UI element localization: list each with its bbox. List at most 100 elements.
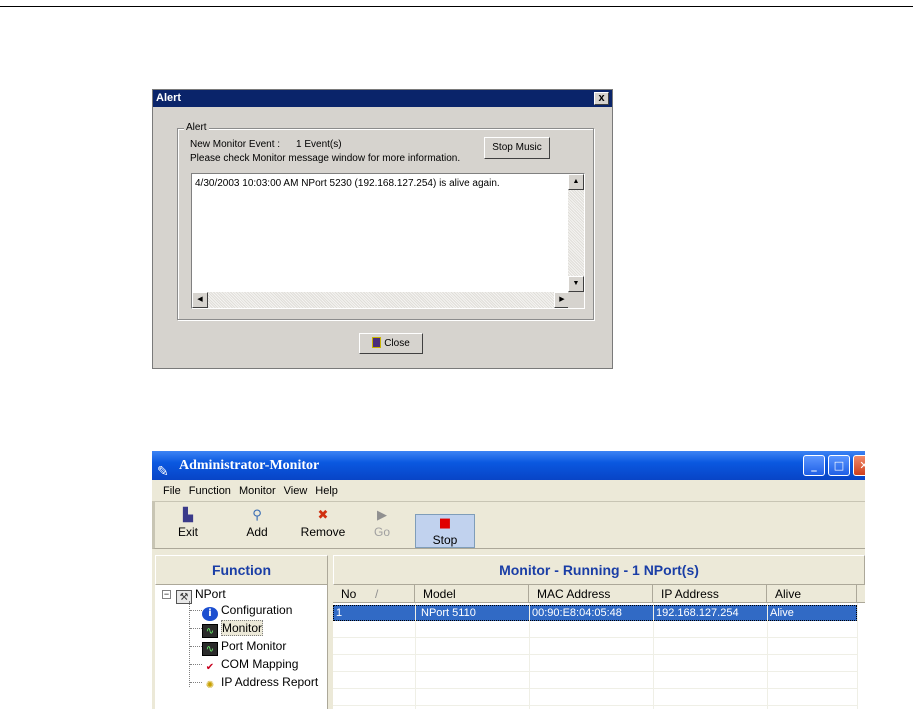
column-header-mac-address[interactable]: MAC Address (529, 585, 653, 603)
exit-door-icon: ▙ (183, 508, 193, 523)
tree-connector (190, 682, 202, 683)
tree-item-label: Configuration (221, 603, 293, 617)
alert-title: Alert (156, 92, 182, 104)
minimize-icon: _ (811, 459, 817, 472)
cell-mac-address: 00:90:E8:04:05:48 (532, 607, 622, 619)
tree-item-label: IP Address Report (221, 675, 319, 689)
monitor-table: No / Model MAC Address IP Address Alive … (333, 585, 865, 709)
horizontal-scrollbar[interactable]: ◀ ▶ (192, 292, 570, 308)
grid-line (333, 654, 857, 655)
grid-line (333, 671, 857, 672)
tree-connector (189, 601, 190, 687)
com-mapping-icon: ✔ (205, 662, 215, 673)
minus-icon: − (163, 589, 170, 599)
alert-message-box[interactable]: 4/30/2003 10:03:00 AM NPort 5230 (192.16… (191, 173, 585, 309)
menu-function[interactable]: Function (189, 480, 231, 501)
exit-label: Exit (177, 525, 198, 539)
maximize-icon: □ (833, 459, 845, 472)
lightbulb-icon: ✺ (205, 680, 215, 691)
cell-model: NPort 5110 (421, 607, 476, 619)
event-count: 1 Event(s) (296, 139, 342, 150)
stop-music-button[interactable]: Stop Music (484, 137, 550, 159)
tree-item-label: COM Mapping (221, 657, 299, 671)
grid-column-line (653, 603, 654, 709)
remove-label: Remove (300, 525, 346, 539)
menu-monitor[interactable]: Monitor (239, 480, 276, 501)
close-button-label: Close (384, 338, 410, 349)
alert-message-text: 4/30/2003 10:03:00 AM NPort 5230 (192.16… (195, 178, 500, 189)
tree-connector (190, 646, 202, 647)
column-header-label: IP Address (661, 587, 719, 601)
tree-connector (190, 664, 202, 665)
alert-groupbox: Alert New Monitor Event : 1 Event(s) Ple… (177, 122, 594, 320)
grid-column-line (415, 603, 416, 709)
column-header-filler (857, 585, 865, 603)
close-button[interactable]: Close (359, 333, 423, 354)
remove-button[interactable]: ✖ Remove (293, 507, 353, 543)
tree-item-label: NPort (195, 587, 226, 601)
admin-titlebar: ✎ Administrator-Monitor _ □ ✕ (152, 451, 865, 480)
tree-connector (190, 610, 202, 611)
column-header-no[interactable]: No / (333, 585, 415, 603)
cell-no: 1 (336, 607, 343, 619)
remove-device-icon: ✖ (317, 508, 329, 523)
table-row[interactable]: 1 NPort 5110 00:90:E8:04:05:48 192.168.1… (333, 605, 857, 621)
alert-titlebar: Alert x (153, 90, 612, 107)
grid-line (333, 705, 857, 706)
tree-item-com-mapping[interactable]: ✔ COM Mapping (202, 656, 299, 675)
play-icon: ▶ (377, 508, 387, 523)
grid-line (333, 688, 857, 689)
window-close-button[interactable]: ✕ (853, 455, 865, 476)
stop-label: Stop (432, 533, 458, 547)
function-tree: − ⚒ NPort i Configuration ∿ Monitor ∿ Port M… (155, 585, 328, 709)
go-button[interactable]: ▶ Go (367, 507, 397, 543)
column-header-model[interactable]: Model (415, 585, 529, 603)
page-top-rule (0, 6, 913, 7)
scroll-up-button[interactable]: ▲ (568, 174, 584, 190)
arrow-down-icon: ▼ (572, 280, 580, 287)
scrollbar-corner (568, 292, 584, 308)
monitor-panel-header: Monitor - Running - 1 NPort(s) (333, 555, 865, 585)
menu-view[interactable]: View (284, 480, 308, 501)
menu-bar: File Function Monitor View Help (152, 480, 865, 502)
minimize-button[interactable]: _ (803, 455, 825, 476)
scroll-left-button[interactable]: ◀ (192, 292, 208, 308)
main-content: Function − ⚒ NPort i Configuration ∿ Monito… (152, 554, 865, 709)
alert-dialog: Alert x Alert New Monitor Event : 1 Even… (152, 89, 613, 369)
column-header-alive[interactable]: Alive (767, 585, 857, 603)
exit-button[interactable]: ▙ Exit (173, 507, 203, 543)
column-header-label: MAC Address (537, 587, 611, 601)
administrator-window: ✎ Administrator-Monitor _ □ ✕ File Funct… (152, 451, 865, 709)
maximize-button[interactable]: □ (828, 455, 850, 476)
scroll-down-button[interactable]: ▼ (568, 276, 584, 292)
function-panel-header: Function (155, 555, 328, 585)
grid-column-line (767, 603, 768, 709)
vertical-scrollbar[interactable]: ▲ ▼ (568, 174, 584, 292)
menu-help[interactable]: Help (315, 480, 338, 501)
add-device-icon: ⚲ (252, 508, 262, 523)
port-monitor-icon: ∿ (202, 642, 218, 656)
tree-collapse-toggle[interactable]: − (162, 590, 171, 599)
tree-item-configuration[interactable]: i Configuration (202, 602, 292, 621)
monitor-icon: ∿ (202, 624, 218, 638)
new-monitor-event-label: New Monitor Event : (190, 139, 281, 150)
info-icon: i (202, 607, 218, 621)
arrow-up-icon: ▲ (572, 178, 580, 185)
tree-item-monitor[interactable]: ∿ Monitor (202, 620, 264, 638)
add-button[interactable]: ⚲ Add (239, 507, 275, 543)
column-header-ip-address[interactable]: IP Address (653, 585, 767, 603)
column-header-label: No (341, 587, 357, 601)
app-icon: ✎ (157, 464, 169, 480)
alert-close-x-button[interactable]: x (594, 92, 609, 105)
door-icon (372, 337, 382, 348)
grid-column-line (529, 603, 530, 709)
tree-item-port-monitor[interactable]: ∿ Port Monitor (202, 638, 286, 656)
alert-info-text: Please check Monitor message window for … (190, 153, 461, 164)
stop-button[interactable]: ■ Stop (415, 514, 475, 548)
grid-column-line (857, 603, 858, 709)
tree-item-ip-address-report[interactable]: ✺ IP Address Report (202, 674, 318, 693)
sort-indicator-icon: / (375, 587, 379, 601)
tree-item-label: Monitor (221, 620, 264, 636)
arrow-left-icon: ◀ (197, 296, 203, 303)
go-label: Go (373, 525, 390, 539)
